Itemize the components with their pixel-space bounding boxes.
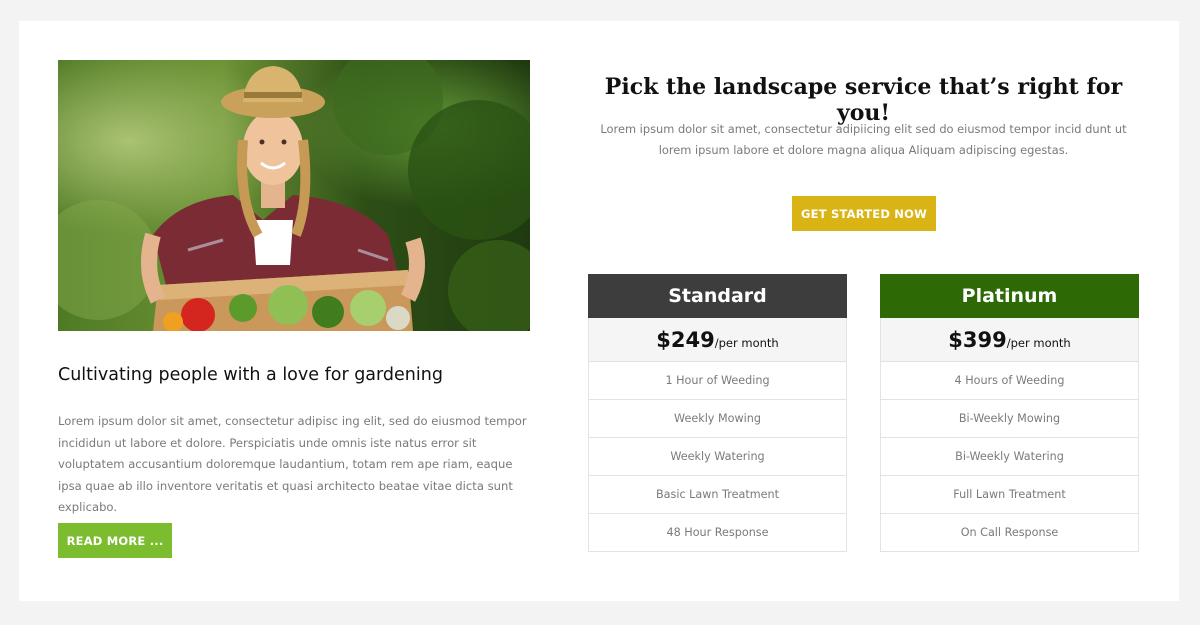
price-period: /per month — [1006, 336, 1071, 350]
price-row: $399 /per month — [881, 318, 1138, 362]
price-row: $249 /per month — [589, 318, 846, 362]
left-section-title: Cultivating people with a love for garde… — [58, 365, 443, 385]
gardener-photo — [58, 60, 530, 331]
plan-card-standard: Standard $249 /per month 1 Hour of Weedi… — [588, 274, 847, 552]
plan-feature: 1 Hour of Weeding — [589, 362, 846, 400]
plan-feature: Bi-Weekly Watering — [881, 438, 1138, 476]
get-started-button[interactable]: GET STARTED NOW — [792, 196, 936, 231]
plan-feature: On Call Response — [960, 526, 1059, 539]
plan-header-standard[interactable]: Standard — [588, 274, 847, 318]
plan-body-platinum: $399 /per month 4 Hours of Weeding Bi-We… — [880, 318, 1139, 552]
price-period: /per month — [714, 336, 779, 350]
plan-feature: Full Lawn Treatment — [881, 476, 1138, 514]
price-amount: $249 — [656, 327, 715, 352]
plan-feature: Bi-Weekly Mowing — [881, 400, 1138, 438]
plan-feature: 48 Hour Response — [666, 526, 769, 539]
plan-header-platinum[interactable]: Platinum — [880, 274, 1139, 318]
plan-card-platinum: Platinum $399 /per month 4 Hours of Weed… — [880, 274, 1139, 552]
content-card: Cultivating people with a love for garde… — [19, 21, 1179, 601]
pricing-subtext: Lorem ipsum dolor sit amet, consectetur … — [600, 122, 1127, 157]
plan-feature: 4 Hours of Weeding — [881, 362, 1138, 400]
read-more-button[interactable]: READ MORE ... — [58, 523, 172, 558]
plan-feature: Weekly Mowing — [589, 400, 846, 438]
plan-feature: Basic Lawn Treatment — [589, 476, 846, 514]
plan-feature: Weekly Watering — [589, 438, 846, 476]
left-section-body: Lorem ipsum dolor sit amet, consectetur … — [58, 414, 527, 514]
price-amount: $399 — [948, 327, 1007, 352]
plan-body-standard: $249 /per month 1 Hour of Weeding Weekly… — [588, 318, 847, 552]
